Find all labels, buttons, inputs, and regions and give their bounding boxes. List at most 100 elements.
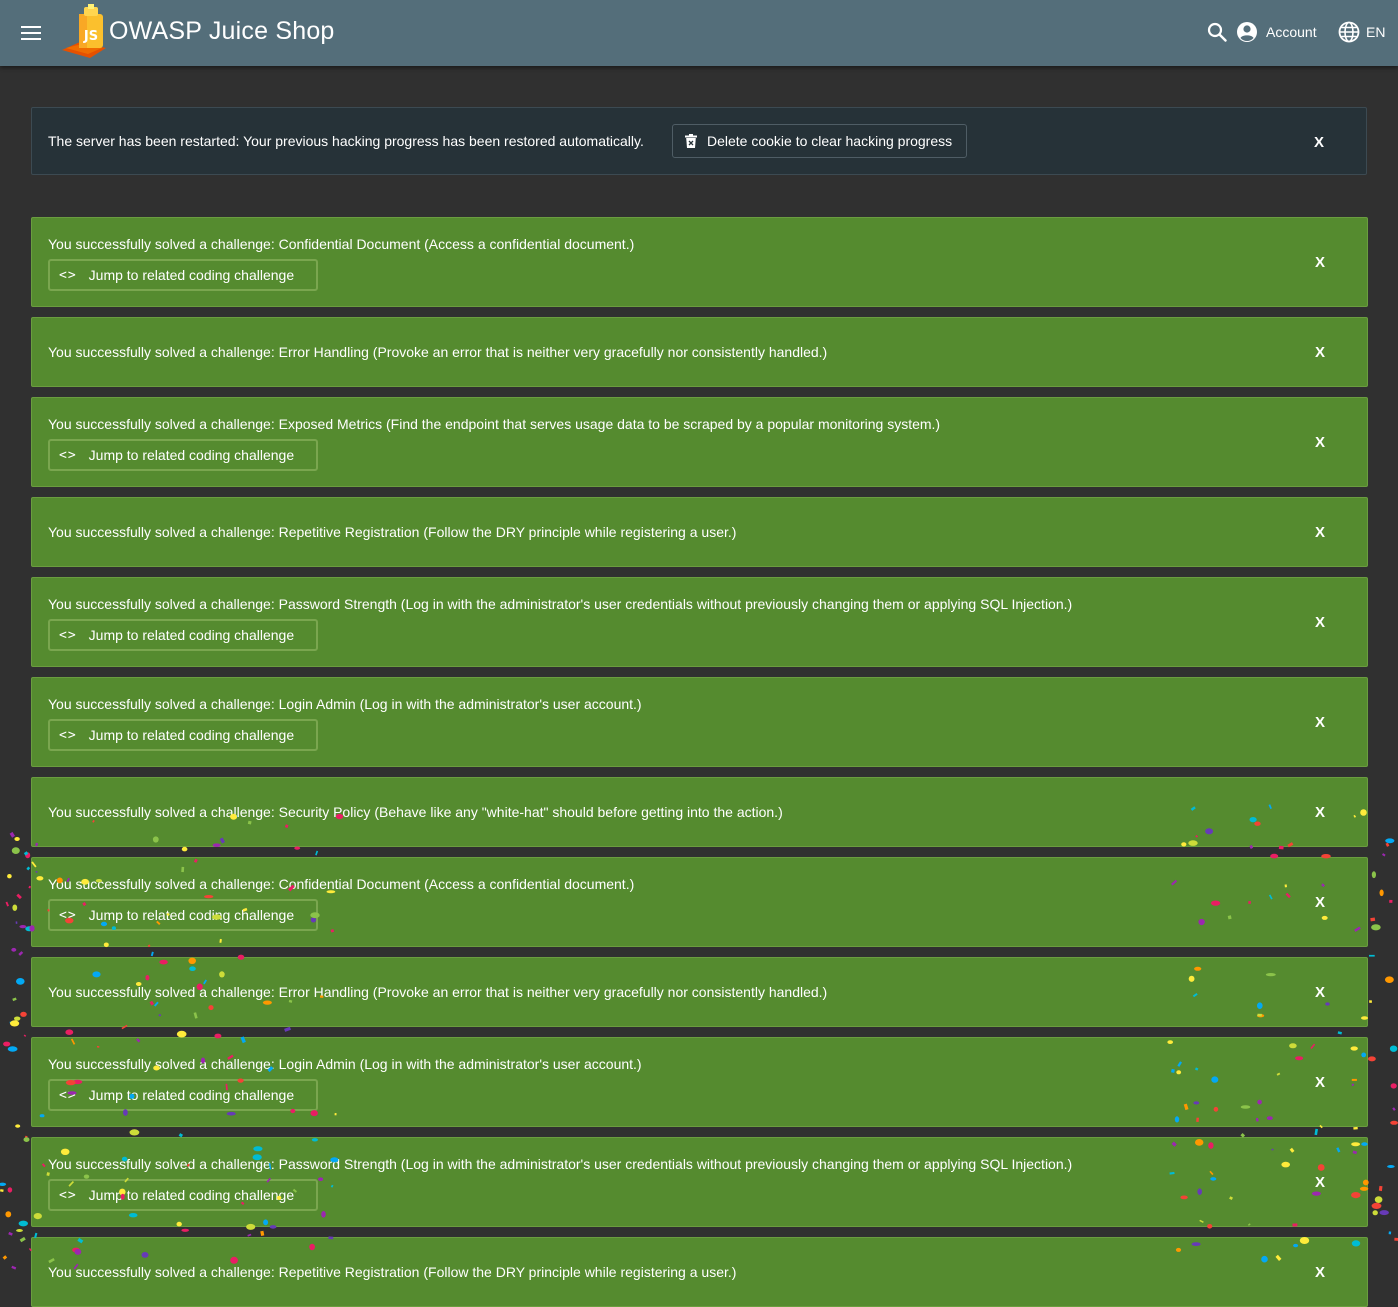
account-circle-icon <box>1237 22 1257 42</box>
confetti-piece <box>0 1182 7 1186</box>
notification-message: You successfully solved a challenge: Err… <box>48 984 828 1000</box>
notification-close-button[interactable]: X <box>1315 614 1325 631</box>
confetti-piece <box>1372 1210 1378 1216</box>
confetti-piece <box>19 1236 26 1243</box>
code-icon: <> <box>59 1187 77 1203</box>
confetti-piece <box>7 1046 18 1052</box>
challenge-solved-notification: You successfully solved a challenge: Exp… <box>31 397 1368 487</box>
search-button[interactable] <box>1204 19 1230 45</box>
jump-to-coding-challenge-button[interactable]: <> Jump to related coding challenge <box>48 619 318 651</box>
confetti-piece <box>1371 871 1376 879</box>
challenge-solved-notification: You successfully solved a challenge: Rep… <box>31 497 1368 567</box>
confetti-piece <box>1369 954 1375 957</box>
challenge-solved-notification: You successfully solved a challenge: Log… <box>31 1037 1368 1127</box>
confetti-piece <box>7 874 12 879</box>
confetti-piece <box>10 1020 20 1027</box>
jump-to-coding-challenge-button[interactable]: <> Jump to related coding challenge <box>48 1079 318 1111</box>
confetti-piece <box>5 1211 12 1218</box>
language-button[interactable]: EN <box>1338 17 1385 47</box>
menu-button[interactable] <box>16 19 46 47</box>
code-icon: <> <box>59 1087 77 1103</box>
notification-message: You successfully solved a challenge: Pas… <box>48 596 1073 612</box>
notification-close-button[interactable]: X <box>1315 254 1325 271</box>
app-title[interactable]: OWASP Juice Shop <box>109 17 335 46</box>
notification-close-button[interactable]: X <box>1315 1074 1325 1091</box>
jump-button-label: Jump to related coding challenge <box>88 727 295 743</box>
search-icon <box>1207 22 1227 42</box>
confetti-piece <box>181 1228 189 1232</box>
notification-close-button[interactable]: X <box>1315 984 1325 1001</box>
jump-to-coding-challenge-button[interactable]: <> Jump to related coding challenge <box>48 719 318 751</box>
confetti-piece <box>5 901 9 907</box>
jump-button-label: Jump to related coding challenge <box>88 447 295 463</box>
challenge-solved-notification: You successfully solved a challenge: Rep… <box>31 1237 1368 1307</box>
confetti-piece <box>2 1255 8 1260</box>
confetti-piece <box>12 904 18 911</box>
confetti-piece <box>14 1016 21 1021</box>
jump-to-coding-challenge-button[interactable]: <> Jump to related coding challenge <box>48 439 318 471</box>
notification-close-button[interactable]: X <box>1315 524 1325 541</box>
notification-close-button[interactable]: X <box>1315 894 1325 911</box>
notification-close-button[interactable]: X <box>1315 1174 1325 1191</box>
confetti-piece <box>1372 1204 1380 1209</box>
notification-message: You successfully solved a challenge: Exp… <box>48 416 941 432</box>
confetti-piece <box>15 921 18 924</box>
notification-close-button[interactable]: X <box>1315 804 1325 821</box>
challenge-solved-notification: You successfully solved a challenge: Err… <box>31 957 1368 1027</box>
confetti-piece <box>1337 1031 1342 1035</box>
jump-button-label: Jump to related coding challenge <box>88 1087 295 1103</box>
confetti-piece <box>0 1189 4 1192</box>
confetti-piece <box>14 837 20 841</box>
notification-close-button[interactable]: X <box>1315 434 1325 451</box>
challenge-solved-notification: You successfully solved a challenge: Pas… <box>31 577 1368 667</box>
confetti-piece <box>1392 1107 1396 1111</box>
confetti-piece <box>315 850 319 856</box>
notification-close-button[interactable]: X <box>1315 344 1325 361</box>
confetti-piece <box>1394 1237 1398 1242</box>
confetti-piece <box>18 1220 28 1227</box>
confetti-piece <box>284 1026 291 1032</box>
logo-text: JS <box>83 29 98 44</box>
confetti-piece <box>1389 1045 1398 1052</box>
top-toolbar: JS OWASP Juice Shop Account EN <box>0 0 1398 66</box>
confetti-piece <box>1385 842 1390 847</box>
confetti-piece <box>1353 1126 1358 1130</box>
delete-cookie-button[interactable]: Delete cookie to clear hacking progress <box>672 124 968 158</box>
notification-close-button[interactable]: X <box>1315 1264 1325 1281</box>
notification-message: You successfully solved a challenge: Con… <box>48 876 635 892</box>
confetti-piece <box>16 1229 23 1232</box>
confetti-piece <box>9 1021 15 1024</box>
jump-to-coding-challenge-button[interactable]: <> Jump to related coding challenge <box>48 1179 318 1211</box>
account-button[interactable]: Account <box>1236 17 1317 47</box>
confetti-piece <box>260 1230 265 1237</box>
confetti-piece <box>1370 917 1376 922</box>
notification-message: You successfully solved a challenge: Pas… <box>48 1156 1073 1172</box>
confetti-piece <box>1390 1083 1397 1089</box>
code-icon: <> <box>59 267 77 283</box>
challenge-solved-notification: You successfully solved a challenge: Pas… <box>31 1137 1368 1227</box>
account-label: Account <box>1266 24 1317 40</box>
confetti-piece <box>15 978 25 985</box>
confetti-piece <box>150 951 154 957</box>
confetti-piece <box>20 1011 27 1017</box>
notification-message: You successfully solved a challenge: Log… <box>48 696 642 712</box>
confetti-piece <box>9 831 15 838</box>
confetti-piece <box>12 997 17 1002</box>
menu-icon <box>21 26 41 40</box>
challenge-solved-notification: You successfully solved a challenge: Log… <box>31 677 1368 767</box>
confetti-piece <box>8 1231 13 1236</box>
confetti-piece <box>18 951 24 956</box>
notification-message: You successfully solved a challenge: Sec… <box>48 804 783 820</box>
notification-message: You successfully solved a challenge: Con… <box>48 236 635 252</box>
jump-to-coding-challenge-button[interactable]: <> Jump to related coding challenge <box>48 259 318 291</box>
confetti-piece <box>1387 1165 1395 1168</box>
confetti-piece <box>1368 1056 1376 1062</box>
restart-banner-close-button[interactable]: X <box>1314 134 1324 151</box>
trash-icon <box>685 134 697 148</box>
confetti-piece <box>23 1034 27 1037</box>
delete-cookie-label: Delete cookie to clear hacking progress <box>707 133 953 149</box>
notification-close-button[interactable]: X <box>1315 714 1325 731</box>
jump-to-coding-challenge-button[interactable]: <> Jump to related coding challenge <box>48 899 318 931</box>
challenge-solved-notification: You successfully solved a challenge: Sec… <box>31 777 1368 847</box>
juice-shop-logo[interactable]: JS <box>60 4 110 60</box>
